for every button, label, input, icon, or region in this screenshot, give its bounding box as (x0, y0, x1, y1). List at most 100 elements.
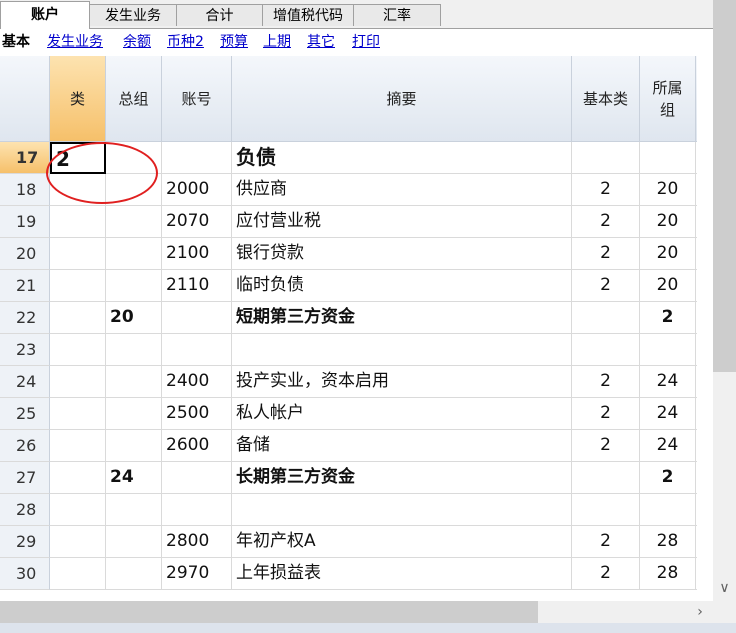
view-link-transactions[interactable]: 发生业务 (47, 31, 103, 53)
cell-description[interactable]: 长期第三方资金 (232, 462, 572, 494)
cell-next[interactable]: F (696, 174, 697, 206)
view-link-currency2[interactable]: 币种2 (167, 31, 204, 53)
cell-account[interactable] (162, 494, 232, 526)
cell-description[interactable]: 临时负债 (232, 270, 572, 302)
cell-account[interactable]: 2800 (162, 526, 232, 558)
cell-belongs-to-group[interactable]: 24 (640, 398, 696, 430)
tab-vat-codes[interactable]: 增值税代码 (262, 4, 354, 26)
right-arrow-icon[interactable]: › (690, 602, 710, 622)
cell-class[interactable] (50, 334, 106, 366)
cell-base-class[interactable]: 2 (572, 366, 640, 398)
row-number[interactable]: 26 (0, 430, 50, 462)
cell-belongs-to-group[interactable]: 24 (640, 430, 696, 462)
cell-next[interactable] (696, 462, 697, 494)
row-number[interactable]: 25 (0, 398, 50, 430)
row-number[interactable]: 23 (0, 334, 50, 366)
cell-class[interactable] (50, 462, 106, 494)
cell-next[interactable]: F (696, 558, 697, 590)
cell-next[interactable] (696, 142, 697, 174)
row-number[interactable]: 17 (0, 142, 50, 174)
cell-belongs-to-group[interactable]: 20 (640, 270, 696, 302)
cell-description[interactable]: 上年损益表 (232, 558, 572, 590)
cell-base-class[interactable]: 2 (572, 238, 640, 270)
cell-class[interactable] (50, 302, 106, 334)
table-row[interactable]: 17 2 负债 (0, 142, 697, 174)
horizontal-scrollbar-thumb[interactable] (0, 601, 538, 623)
cell-account[interactable]: 2110 (162, 270, 232, 302)
down-arrow-icon[interactable]: ∨ (713, 578, 736, 598)
cell-base-class[interactable] (572, 302, 640, 334)
cell-description[interactable]: 供应商 (232, 174, 572, 206)
cell-account[interactable] (162, 462, 232, 494)
column-header-group[interactable]: 总组 (106, 56, 162, 142)
cell-group[interactable] (106, 494, 162, 526)
cell-belongs-to-group[interactable]: 20 (640, 238, 696, 270)
cell-next[interactable] (696, 302, 697, 334)
column-header-description[interactable]: 摘要 (232, 56, 572, 142)
row-number[interactable]: 20 (0, 238, 50, 270)
row-number[interactable]: 18 (0, 174, 50, 206)
cell-belongs-to-group[interactable] (640, 494, 696, 526)
row-number[interactable]: 24 (0, 366, 50, 398)
cell-group[interactable] (106, 206, 162, 238)
column-header-account[interactable]: 账号 (162, 56, 232, 142)
tab-accounts[interactable]: 账户 (0, 1, 90, 29)
cell-description[interactable]: 应付营业税 (232, 206, 572, 238)
view-link-budget[interactable]: 预算 (220, 31, 248, 53)
cell-belongs-to-group[interactable]: 20 (640, 206, 696, 238)
cell-next[interactable]: F (696, 430, 697, 462)
cell-base-class[interactable] (572, 462, 640, 494)
view-link-previous-period[interactable]: 上期 (263, 31, 291, 53)
cell-base-class[interactable]: 2 (572, 174, 640, 206)
cell-next[interactable]: F (696, 238, 697, 270)
cell-next[interactable]: F (696, 206, 697, 238)
row-number[interactable]: 30 (0, 558, 50, 590)
cell-belongs-to-group[interactable]: 28 (640, 526, 696, 558)
cell-group[interactable] (106, 398, 162, 430)
table-row[interactable]: 23 (0, 334, 697, 366)
cell-belongs-to-group[interactable]: 2 (640, 462, 696, 494)
cell-account[interactable]: 2070 (162, 206, 232, 238)
column-header-class[interactable]: 类 (50, 56, 106, 142)
cell-next[interactable]: F (696, 366, 697, 398)
cell-group[interactable] (106, 526, 162, 558)
row-number[interactable]: 28 (0, 494, 50, 526)
cell-class[interactable] (50, 526, 106, 558)
cell-next[interactable]: F (696, 398, 697, 430)
column-header-belongs-to-group[interactable]: 所属 组 (640, 56, 696, 142)
table-row[interactable]: 21 2110临时负债220F (0, 270, 697, 302)
tab-totals[interactable]: 合计 (176, 4, 263, 26)
cell-belongs-to-group[interactable]: 28 (640, 558, 696, 590)
cell-account[interactable]: 2100 (162, 238, 232, 270)
row-number[interactable]: 22 (0, 302, 50, 334)
cell-group[interactable]: 24 (106, 462, 162, 494)
table-row[interactable]: 22 20 短期第三方资金 2 (0, 302, 697, 334)
cell-class[interactable] (50, 174, 106, 206)
table-row[interactable]: 28 (0, 494, 697, 526)
cell-description[interactable]: 年初产权A (232, 526, 572, 558)
cell-group[interactable]: 20 (106, 302, 162, 334)
view-link-print[interactable]: 打印 (352, 31, 380, 53)
cell-description[interactable] (232, 494, 572, 526)
table-row[interactable]: 26 2600备储224F (0, 430, 697, 462)
cell-class[interactable] (50, 398, 106, 430)
cell-next[interactable] (696, 494, 697, 526)
cell-base-class[interactable] (572, 334, 640, 366)
cell-description[interactable] (232, 334, 572, 366)
table-row[interactable]: 27 24 长期第三方资金 2 (0, 462, 697, 494)
cell-base-class[interactable]: 2 (572, 558, 640, 590)
cell-next[interactable]: F (696, 526, 697, 558)
cell-class[interactable] (50, 366, 106, 398)
cell-description[interactable]: 私人帐户 (232, 398, 572, 430)
cell-account[interactable]: 2970 (162, 558, 232, 590)
tab-transactions[interactable]: 发生业务 (89, 4, 177, 26)
table-row[interactable]: 29 2800年初产权A228F (0, 526, 697, 558)
cell-class[interactable] (50, 238, 106, 270)
column-header-base-class[interactable]: 基本类 (572, 56, 640, 142)
cell-class[interactable] (50, 494, 106, 526)
cell-description[interactable]: 负债 (232, 142, 572, 174)
cell-account[interactable]: 2400 (162, 366, 232, 398)
cell-class[interactable] (50, 430, 106, 462)
cell-class[interactable] (50, 206, 106, 238)
table-row[interactable]: 19 2070应付营业税220F (0, 206, 697, 238)
